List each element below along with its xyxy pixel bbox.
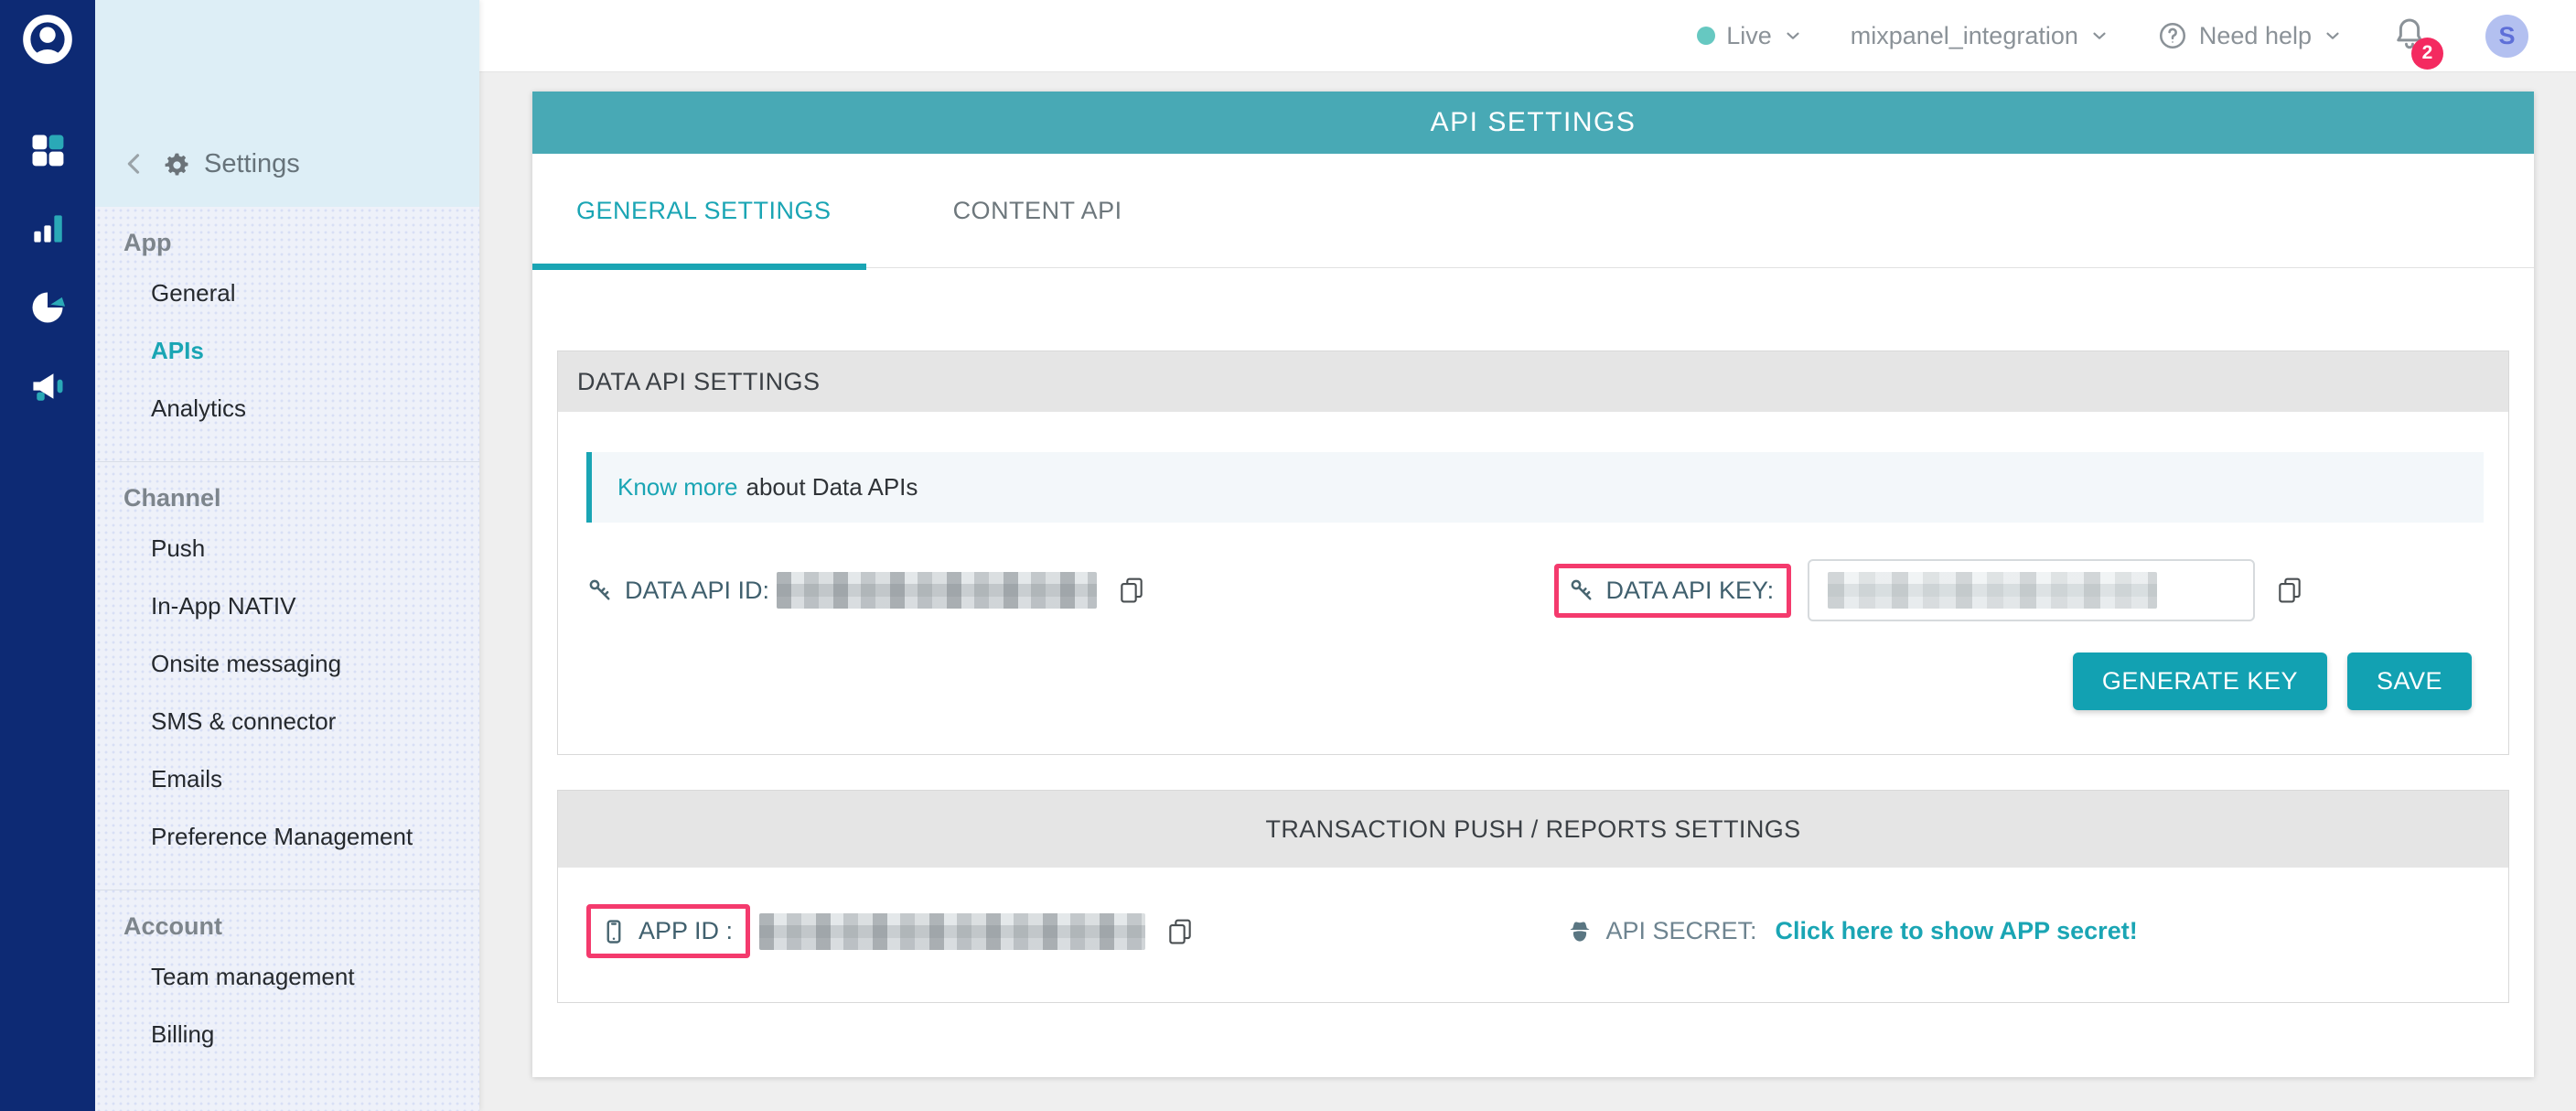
app-id-highlight: APP ID : [586,904,750,958]
need-help-label: Need help [2199,22,2312,50]
env-label: Live [1726,22,1772,50]
copy-icon [1117,576,1146,605]
sidebar-item-sms-connector[interactable]: SMS & connector [95,693,479,750]
copy-icon [1165,917,1195,946]
transaction-push-reports-panel: TRANSACTION PUSH / REPORTS SETTINGS APP … [557,790,2509,1003]
tab-content-api[interactable]: CONTENT API [953,197,1122,225]
sidebar-item-push[interactable]: Push [95,520,479,577]
content-area: API SETTINGS GENERAL SETTINGS CONTENT AP… [479,72,2576,1111]
netcore-logo-icon[interactable] [21,13,74,70]
copy-data-api-key-button[interactable] [2275,576,2304,605]
app-id-value-redacted [759,913,1145,950]
data-api-settings-panel: DATA API SETTINGS Know more about Data A… [557,351,2509,755]
active-tab-underline [532,264,866,270]
question-circle-icon [2157,20,2188,51]
gear-icon [163,151,191,179]
sidebar-item-billing[interactable]: Billing [95,1006,479,1063]
know-more-text: about Data APIs [746,473,918,502]
data-api-key-label: DATA API KEY: [1606,577,1775,605]
page-title: API SETTINGS [532,92,2534,154]
data-api-id-label: DATA API ID: [625,577,769,605]
user-avatar[interactable]: S [2485,15,2528,58]
sidebar-header: Settings [95,0,479,207]
chevron-down-icon [1783,26,1803,46]
left-icon-rail [0,0,95,1111]
env-switcher[interactable]: Live [1697,22,1803,50]
need-help-menu[interactable]: Need help [2157,20,2343,51]
sidebar-section-account: Account Team management Billing [95,890,479,1087]
rail-nav [27,129,69,407]
topbar: Live mixpanel_integration Need help 2 S [479,0,2576,72]
api-settings-card: API SETTINGS GENERAL SETTINGS CONTENT AP… [532,92,2534,1077]
sidebar-item-team-management[interactable]: Team management [95,948,479,1006]
sidebar-nav: App General APIs Analytics Channel Push … [95,207,479,1111]
project-switcher[interactable]: mixpanel_integration [1851,22,2109,50]
section-label: Account [95,912,479,941]
sidebar-section-app: App General APIs Analytics [95,207,479,461]
notification-count-badge: 2 [2411,38,2443,70]
copy-app-id-button[interactable] [1165,917,1195,946]
api-secret-label: API SECRET: [1606,917,1757,945]
show-app-secret-link[interactable]: Click here to show APP secret! [1776,917,2138,945]
pie-chart-icon[interactable] [27,286,69,329]
dashboard-grid-icon[interactable] [27,129,69,171]
tab-bar: GENERAL SETTINGS CONTENT API [532,154,2534,268]
sidebar-item-analytics[interactable]: Analytics [95,380,479,437]
copy-icon [2275,576,2304,605]
data-api-settings-title: DATA API SETTINGS [558,351,2508,412]
copy-data-api-id-button[interactable] [1117,576,1146,605]
generate-key-button[interactable]: GENERATE KEY [2073,653,2327,710]
bar-chart-icon[interactable] [27,208,69,250]
sidebar-item-onsite-messaging[interactable]: Onsite messaging [95,635,479,693]
transaction-settings-title: TRANSACTION PUSH / REPORTS SETTINGS [558,791,2508,868]
section-label: App [95,229,479,257]
key-icon [1568,577,1595,604]
chevron-down-icon [2323,26,2343,46]
live-status-dot [1697,27,1715,45]
sidebar-item-in-app-nativ[interactable]: In-App NATIV [95,577,479,635]
chevron-down-icon [2089,26,2109,46]
sidebar-title: Settings [204,149,300,179]
key-icon [586,577,614,604]
spy-icon [1564,916,1595,947]
sidebar-item-emails[interactable]: Emails [95,750,479,808]
data-api-key-value-redacted [1828,572,2157,609]
sidebar-item-apis[interactable]: APIs [95,322,479,380]
sidebar-item-general[interactable]: General [95,264,479,322]
data-api-key-input[interactable] [1808,559,2255,621]
notifications-bell[interactable]: 2 [2390,14,2429,59]
back-chevron-icon[interactable] [119,148,150,179]
sidebar-item-preference-management[interactable]: Preference Management [95,808,479,866]
megaphone-icon[interactable] [27,365,69,407]
data-api-key-highlight: DATA API KEY: [1554,564,1792,618]
data-api-id-value-redacted [777,572,1097,609]
section-label: Channel [95,484,479,512]
sidebar-section-channel: Channel Push In-App NATIV Onsite messagi… [95,461,479,890]
save-button[interactable]: SAVE [2347,653,2472,710]
phone-icon [600,918,628,945]
know-more-banner: Know more about Data APIs [586,452,2484,523]
settings-sidebar: Settings App General APIs Analytics Chan… [95,0,479,1111]
app-id-label: APP ID : [639,917,733,945]
tab-general-settings[interactable]: GENERAL SETTINGS [576,197,832,225]
project-name: mixpanel_integration [1851,22,2078,50]
know-more-link[interactable]: Know more [617,473,738,502]
